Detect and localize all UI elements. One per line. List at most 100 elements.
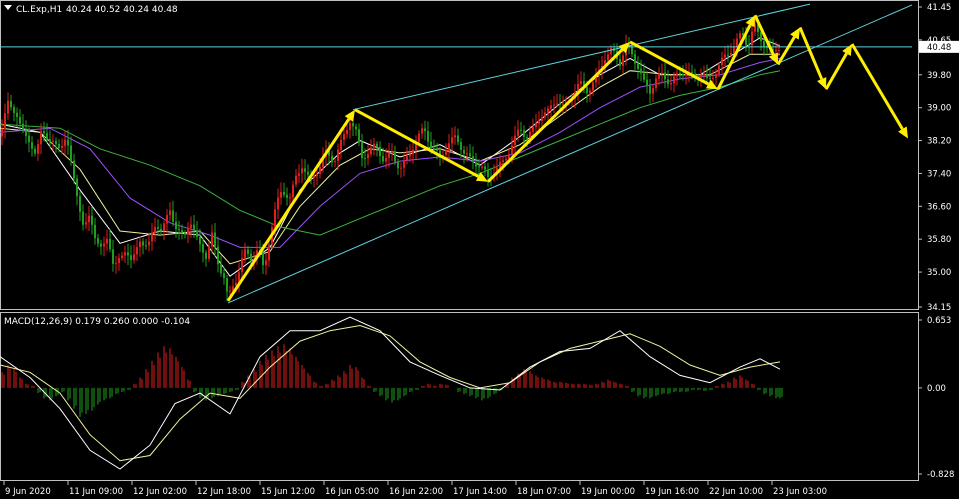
candle-body: [394, 151, 396, 162]
time-tick-label: 23 Jun 03:00: [773, 487, 827, 497]
candle-body: [418, 133, 420, 142]
candle-body: [748, 44, 750, 46]
candle-body: [199, 237, 201, 245]
candle-body: [91, 215, 93, 225]
candle-body: [73, 160, 75, 179]
candle-body: [313, 176, 315, 178]
candle-body: [211, 232, 213, 247]
candle-body: [358, 129, 360, 143]
price-tick-label: 41.45: [927, 3, 951, 13]
candle-body: [352, 123, 354, 127]
candle-body: [19, 117, 21, 124]
candle-body: [22, 123, 24, 131]
candle-body: [559, 103, 561, 105]
candle-body: [652, 88, 654, 94]
candle-body: [400, 167, 402, 169]
time-tick-label: 16 Jun 22:00: [389, 487, 443, 497]
candle-body: [406, 156, 408, 161]
price-tick-label: 34.15: [927, 303, 951, 313]
candle-body: [736, 38, 738, 47]
candle-body: [637, 63, 639, 69]
candle-body: [217, 246, 219, 265]
candle-body: [187, 227, 189, 235]
candle-body: [208, 246, 210, 259]
candle-body: [205, 252, 207, 259]
candle-body: [664, 72, 666, 80]
candle-body: [430, 141, 432, 149]
candle-body: [517, 129, 519, 136]
candle-body: [709, 77, 711, 79]
candle-body: [343, 134, 345, 140]
candle-body: [100, 243, 102, 247]
time-tick-label: 17 Jun 14:00: [453, 487, 507, 497]
candle-body: [631, 47, 633, 55]
time-tick-label: 19 Jun 16:00: [645, 487, 699, 497]
candle-body: [85, 222, 87, 225]
candle-body: [31, 142, 33, 149]
candle-body: [223, 273, 225, 279]
candle-body: [97, 238, 99, 244]
candle-body: [580, 80, 582, 84]
candle-body: [706, 74, 708, 78]
candle-body: [529, 131, 531, 138]
candle-body: [37, 144, 39, 154]
candle-body: [463, 150, 465, 154]
candle-body: [40, 131, 42, 145]
price-tick-label: 37.40: [927, 169, 951, 179]
candle-body: [142, 241, 144, 246]
candle-body: [178, 229, 180, 231]
candle-body: [334, 161, 336, 163]
candle-body: [472, 156, 474, 163]
candle-body: [52, 140, 54, 142]
candle-body: [376, 143, 378, 147]
time-tick-label: 22 Jun 10:00: [709, 487, 763, 497]
candle-body: [508, 154, 510, 159]
candle-body: [157, 227, 159, 229]
candle-body: [727, 54, 729, 56]
candle-body: [145, 245, 147, 247]
candle-body: [190, 224, 192, 228]
candle-body: [373, 143, 375, 148]
candle-body: [724, 54, 726, 58]
candle-body: [367, 154, 369, 159]
candle-body: [658, 73, 660, 79]
chart-background: [0, 0, 959, 499]
candle-body: [643, 73, 645, 80]
candle-body: [79, 196, 81, 212]
candle-body: [526, 137, 528, 138]
chart-header: CL.Exp,H1 40.24 40.52 40.24 40.48: [4, 5, 178, 15]
candle-body: [349, 123, 351, 130]
candle-body: [46, 133, 48, 140]
candle-body: [250, 253, 252, 261]
candle-body: [301, 168, 303, 174]
candle-body: [160, 228, 162, 231]
candle-body: [610, 48, 612, 55]
candle-body: [202, 244, 204, 253]
price-tick-label: 39.00: [927, 104, 951, 114]
candle-body: [61, 145, 63, 148]
candle-body: [739, 33, 741, 39]
candle-body: [307, 171, 309, 175]
candle-body: [553, 104, 555, 106]
candle-body: [385, 157, 387, 162]
candle-body: [241, 258, 243, 273]
candle-body: [382, 155, 384, 162]
candle-body: [355, 126, 357, 130]
candle-body: [703, 74, 705, 76]
candle-body: [28, 135, 30, 143]
candle-body: [82, 211, 84, 225]
candle-body: [316, 174, 318, 177]
candle-body: [730, 52, 732, 55]
candle-body: [130, 255, 132, 260]
candle-body: [505, 158, 507, 161]
candle-body: [166, 215, 168, 224]
candle-body: [403, 160, 405, 168]
candle-body: [421, 128, 423, 134]
candle-body: [88, 215, 90, 223]
candle-body: [391, 151, 393, 153]
trading-chart: CL.Exp,H1 40.24 40.52 40.24 40.48 41.45 4…: [0, 0, 959, 499]
candle-body: [10, 100, 12, 108]
candle-body: [457, 135, 459, 143]
candle-body: [151, 232, 153, 242]
candle-body: [556, 103, 558, 105]
